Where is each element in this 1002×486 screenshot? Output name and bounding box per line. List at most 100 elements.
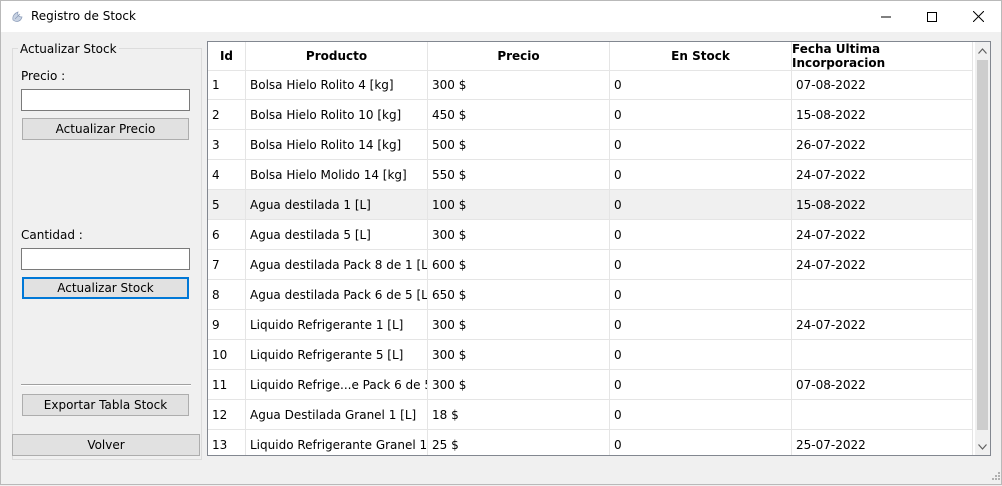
cell-precio[interactable]: 300 $	[428, 220, 610, 250]
cell-precio[interactable]: 450 $	[428, 100, 610, 130]
column-header-id[interactable]: Id	[208, 42, 246, 70]
cell-fecha[interactable]: 26-07-2022	[792, 130, 973, 160]
column-header-precio[interactable]: Precio	[428, 42, 610, 70]
cell-producto[interactable]: Agua destilada Pack 8 de 1 [L]	[246, 250, 428, 280]
scroll-down-button[interactable]	[975, 438, 990, 455]
cell-producto[interactable]: Liquido Refrigerante 5 [L]	[246, 340, 428, 370]
cell-id[interactable]: 4	[208, 160, 246, 190]
cell-producto[interactable]: Liquido Refrige...e Pack 6 de 5 ...	[246, 370, 428, 400]
cell-fecha[interactable]: 24-07-2022	[792, 310, 973, 340]
cell-precio[interactable]: 300 $	[428, 70, 610, 100]
table-row[interactable]: 5 Agua destilada 1 [L] 100 $0 15-08-2022	[208, 190, 973, 220]
update-price-button[interactable]: Actualizar Precio	[22, 118, 189, 140]
cell-id[interactable]: 9	[208, 310, 246, 340]
table-row[interactable]: 1 Bolsa Hielo Rolito 4 [kg] 300 $0 07-08-20…	[208, 70, 973, 100]
table-row[interactable]: 8 Agua destilada Pack 6 de 5 [L] 650 $0	[208, 280, 973, 310]
cell-id[interactable]: 1	[208, 70, 246, 100]
cell-en-stock[interactable]: 0	[610, 220, 792, 250]
table-row[interactable]: 2 Bolsa Hielo Rolito 10 [kg] 450 $0 15-08-2…	[208, 100, 973, 130]
table-row[interactable]: 7 Agua destilada Pack 8 de 1 [L] 600 $0 24-…	[208, 250, 973, 280]
cell-precio[interactable]: 18 $	[428, 400, 610, 430]
cell-fecha[interactable]: 15-08-2022	[792, 190, 973, 220]
cell-en-stock[interactable]: 0	[610, 340, 792, 370]
cell-producto[interactable]: Bolsa Hielo Rolito 4 [kg]	[246, 70, 428, 100]
cell-producto[interactable]: Liquido Refrigerante Granel 1 [L]	[246, 430, 428, 455]
column-header-fecha[interactable]: Fecha Ultima Incorporacion	[792, 42, 973, 70]
cell-id[interactable]: 12	[208, 400, 246, 430]
cell-en-stock[interactable]: 0	[610, 190, 792, 220]
cell-id[interactable]: 2	[208, 100, 246, 130]
cell-fecha[interactable]: 24-07-2022	[792, 220, 973, 250]
cell-en-stock[interactable]: 0	[610, 250, 792, 280]
cell-fecha[interactable]	[792, 400, 973, 430]
cell-precio[interactable]: 500 $	[428, 130, 610, 160]
quantity-input[interactable]	[21, 248, 190, 270]
cell-precio[interactable]: 300 $	[428, 370, 610, 400]
cell-en-stock[interactable]: 0	[610, 130, 792, 160]
cell-fecha[interactable]: 15-08-2022	[792, 100, 973, 130]
table-row[interactable]: 3 Bolsa Hielo Rolito 14 [kg] 500 $0 26-07-2…	[208, 130, 973, 160]
cell-id[interactable]: 13	[208, 430, 246, 455]
cell-id[interactable]: 5	[208, 190, 246, 220]
cell-id[interactable]: 3	[208, 130, 246, 160]
cell-id[interactable]: 8	[208, 280, 246, 310]
vertical-scrollbar[interactable]	[975, 42, 990, 455]
cell-fecha[interactable]: 07-08-2022	[792, 370, 973, 400]
minimize-button[interactable]	[863, 1, 909, 32]
cell-precio[interactable]: 550 $	[428, 160, 610, 190]
column-header-en-stock[interactable]: En Stock	[610, 42, 792, 70]
cell-producto[interactable]: Agua destilada Pack 6 de 5 [L]	[246, 280, 428, 310]
cell-en-stock[interactable]: 0	[610, 100, 792, 130]
stock-table[interactable]: Id Producto Precio En Stock Fecha Ultima…	[207, 41, 991, 456]
cell-producto[interactable]: Agua destilada 5 [L]	[246, 220, 428, 250]
cell-id[interactable]: 7	[208, 250, 246, 280]
cell-en-stock[interactable]: 0	[610, 280, 792, 310]
cell-producto[interactable]: Liquido Refrigerante 1 [L]	[246, 310, 428, 340]
table-row[interactable]: 4 Bolsa Hielo Molido 14 [kg] 550 $0 24-07-2…	[208, 160, 973, 190]
cell-en-stock[interactable]: 0	[610, 310, 792, 340]
cell-producto[interactable]: Agua destilada 1 [L]	[246, 190, 428, 220]
cell-id[interactable]: 6	[208, 220, 246, 250]
cell-fecha[interactable]	[792, 280, 973, 310]
cell-fecha[interactable]: 24-07-2022	[792, 250, 973, 280]
close-button[interactable]	[955, 1, 1001, 32]
table-row[interactable]: 11 Liquido Refrige...e Pack 6 de 5 ... 300…	[208, 370, 973, 400]
cell-precio[interactable]: 100 $	[428, 190, 610, 220]
cell-precio[interactable]: 300 $	[428, 340, 610, 370]
cell-fecha[interactable]: 24-07-2022	[792, 160, 973, 190]
cell-producto[interactable]: Bolsa Hielo Rolito 10 [kg]	[246, 100, 428, 130]
cell-id[interactable]: 11	[208, 370, 246, 400]
cell-producto[interactable]: Bolsa Hielo Rolito 14 [kg]	[246, 130, 428, 160]
cell-producto[interactable]: Bolsa Hielo Molido 14 [kg]	[246, 160, 428, 190]
scroll-thumb[interactable]	[977, 60, 988, 430]
back-button[interactable]: Volver	[12, 434, 200, 456]
resize-grip-icon[interactable]	[989, 471, 1001, 483]
cell-en-stock[interactable]: 0	[610, 400, 792, 430]
cell-en-stock[interactable]: 0	[610, 370, 792, 400]
table-row[interactable]: 13 Liquido Refrigerante Granel 1 [L] 25 $0…	[208, 430, 973, 455]
price-input[interactable]	[21, 89, 190, 111]
table-row[interactable]: 12 Agua Destilada Granel 1 [L] 18 $0	[208, 400, 973, 430]
cell-precio[interactable]: 25 $	[428, 430, 610, 455]
export-table-button[interactable]: Exportar Tabla Stock	[22, 394, 189, 416]
cell-fecha[interactable]: 07-08-2022	[792, 70, 973, 100]
table-row[interactable]: 6 Agua destilada 5 [L] 300 $0 24-07-2022	[208, 220, 973, 250]
cell-fecha[interactable]	[792, 340, 973, 370]
close-icon	[972, 11, 984, 22]
cell-id[interactable]: 10	[208, 340, 246, 370]
cell-en-stock[interactable]: 0	[610, 70, 792, 100]
title-bar[interactable]: Registro de Stock	[1, 1, 1001, 32]
cell-producto[interactable]: Agua Destilada Granel 1 [L]	[246, 400, 428, 430]
update-stock-button[interactable]: Actualizar Stock	[22, 277, 189, 299]
table-row[interactable]: 10 Liquido Refrigerante 5 [L] 300 $0	[208, 340, 973, 370]
cell-precio[interactable]: 300 $	[428, 310, 610, 340]
cell-fecha[interactable]: 25-07-2022	[792, 430, 973, 455]
scroll-up-button[interactable]	[975, 42, 990, 59]
table-row[interactable]: 9 Liquido Refrigerante 1 [L] 300 $0 24-07-2…	[208, 310, 973, 340]
maximize-button[interactable]	[909, 1, 955, 32]
cell-precio[interactable]: 650 $	[428, 280, 610, 310]
cell-en-stock[interactable]: 0	[610, 160, 792, 190]
cell-precio[interactable]: 600 $	[428, 250, 610, 280]
column-header-producto[interactable]: Producto	[246, 42, 428, 70]
cell-en-stock[interactable]: 0	[610, 430, 792, 455]
